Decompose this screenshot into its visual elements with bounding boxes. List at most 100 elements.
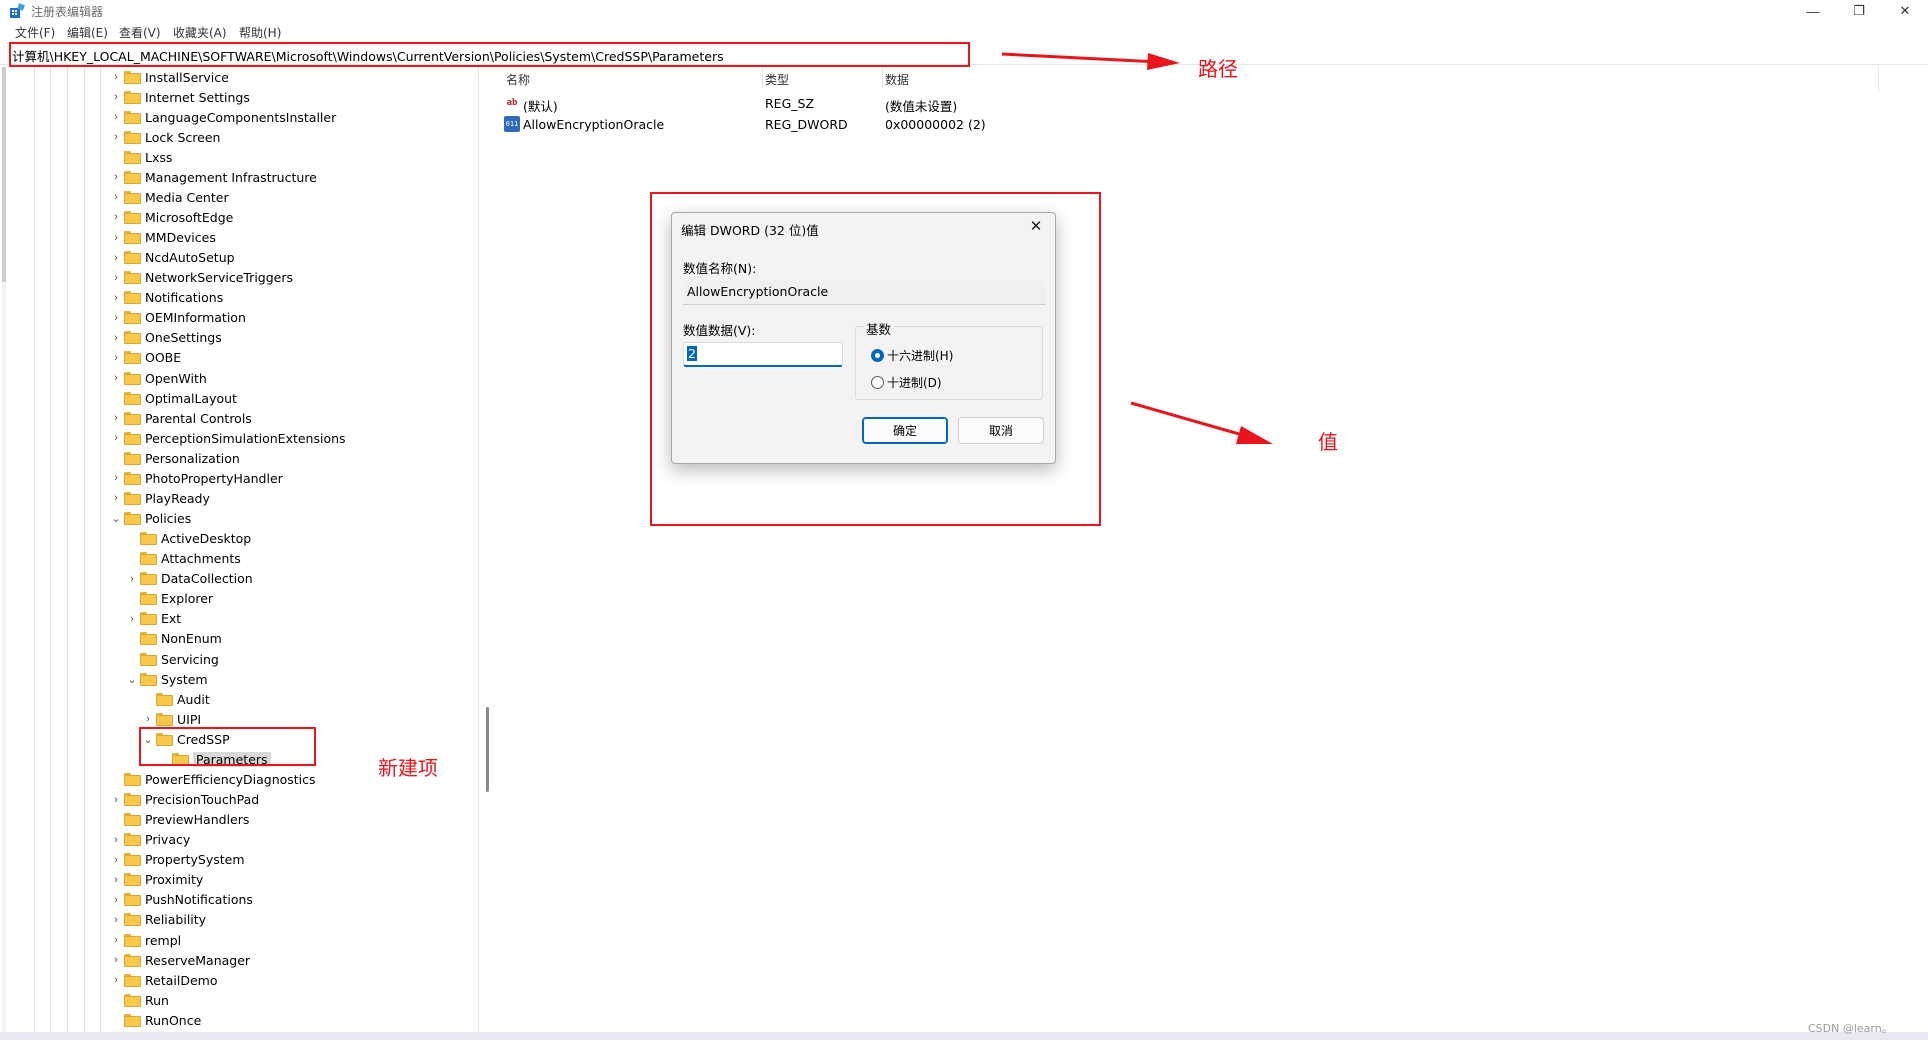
tree-item[interactable]: PreviewHandlers (110, 810, 249, 830)
string-value-icon: ab (506, 98, 518, 108)
tree-item[interactable]: › NetworkServiceTriggers (110, 268, 293, 288)
close-button[interactable]: ✕ (1882, 0, 1928, 22)
menu-file[interactable]: 文件(F) (15, 24, 55, 41)
chevron-right-icon[interactable]: › (110, 328, 122, 348)
maximize-button[interactable]: ❐ (1836, 0, 1882, 22)
list-row-allowencryptionoracle[interactable]: 011 AllowEncryptionOracle REG_DWORD 0x00… (504, 114, 1504, 134)
menu-help[interactable]: 帮助(H) (239, 24, 281, 41)
tree-item[interactable]: PowerEfficiencyDiagnostics (110, 769, 316, 789)
chevron-right-icon[interactable]: › (110, 127, 122, 147)
tree-scroll-thumb-left[interactable] (2, 67, 6, 282)
tree-item[interactable]: › rempl (110, 930, 181, 950)
chevron-right-icon[interactable]: › (110, 890, 122, 910)
chevron-right-icon[interactable]: › (110, 308, 122, 328)
chevron-right-icon[interactable]: › (110, 870, 122, 890)
chevron-right-icon[interactable]: › (110, 368, 122, 388)
tree-item[interactable]: Servicing (126, 649, 219, 669)
chevron-right-icon[interactable]: › (110, 67, 122, 87)
chevron-right-icon[interactable]: › (110, 228, 122, 248)
minimize-button[interactable]: — (1790, 0, 1836, 22)
chevron-right-icon[interactable]: › (110, 970, 122, 990)
column-name-header[interactable]: 名称 (506, 71, 530, 88)
tree-item[interactable]: Explorer (126, 589, 213, 609)
tree-item[interactable]: › RetailDemo (110, 970, 217, 990)
tree-item[interactable]: Attachments (126, 549, 241, 569)
chevron-right-icon[interactable]: › (110, 207, 122, 227)
chevron-right-icon[interactable]: › (110, 268, 122, 288)
folder-icon (124, 1013, 141, 1027)
menu-edit[interactable]: 编辑(E) (67, 24, 108, 41)
tree-item[interactable]: Lxss (110, 147, 172, 167)
tree-item[interactable]: › PerceptionSimulationExtensions (110, 428, 345, 448)
tree-item[interactable]: › Parental Controls (110, 408, 252, 428)
tree-item[interactable]: › OEMInformation (110, 308, 246, 328)
chevron-right-icon[interactable]: › (110, 107, 122, 127)
tree-vertical-scrollbar[interactable] (478, 67, 496, 1032)
tree-item[interactable]: › LanguageComponentsInstaller (110, 107, 336, 127)
key-tree-pane[interactable] (0, 67, 496, 1032)
chevron-right-icon[interactable]: › (110, 428, 122, 448)
tree-item[interactable]: OptimalLayout (110, 388, 237, 408)
tree-item[interactable]: › Reliability (110, 910, 206, 930)
column-separator[interactable] (762, 67, 763, 89)
chevron-right-icon[interactable]: › (110, 910, 122, 930)
tree-item[interactable]: › InstallService (110, 67, 229, 87)
tree-item[interactable]: ActiveDesktop (126, 529, 251, 549)
column-separator[interactable] (882, 67, 883, 89)
tree-item[interactable]: › PlayReady (110, 488, 210, 508)
tree-item[interactable]: › Ext (126, 609, 181, 629)
tree-item[interactable]: › DataCollection (126, 569, 253, 589)
tree-item[interactable]: › OpenWith (110, 368, 207, 388)
chevron-right-icon[interactable]: › (110, 488, 122, 508)
tree-item[interactable]: › Proximity (110, 870, 203, 890)
tree-item[interactable]: › MicrosoftEdge (110, 207, 233, 227)
chevron-right-icon[interactable]: › (110, 850, 122, 870)
tree-item[interactable]: › PhotoPropertyHandler (110, 468, 283, 488)
chevron-right-icon[interactable]: › (110, 167, 122, 187)
chevron-right-icon[interactable]: › (110, 408, 122, 428)
chevron-right-icon[interactable]: › (110, 930, 122, 950)
menu-favorites[interactable]: 收藏夹(A) (173, 24, 227, 41)
list-row-default[interactable]: ab (默认) REG_SZ (数值未设置) (504, 93, 1504, 114)
chevron-right-icon[interactable]: › (110, 187, 122, 207)
tree-item[interactable]: › PrecisionTouchPad (110, 790, 259, 810)
tree-item[interactable]: › Internet Settings (110, 87, 250, 107)
column-data-header[interactable]: 数据 (885, 71, 909, 88)
tree-item[interactable]: › Privacy (110, 830, 190, 850)
tree-item[interactable]: Personalization (110, 448, 240, 468)
chevron-right-icon[interactable]: › (110, 468, 122, 488)
tree-item[interactable]: › NcdAutoSetup (110, 248, 234, 268)
tree-item[interactable]: › ReserveManager (110, 950, 250, 970)
tree-scroll-thumb[interactable] (486, 707, 489, 792)
tree-item[interactable]: › PropertySystem (110, 850, 244, 870)
folder-icon-body (124, 774, 141, 786)
tree-horizontal-scroll-track[interactable] (2, 67, 6, 1032)
chevron-right-icon[interactable]: › (126, 609, 138, 629)
chevron-right-icon[interactable]: › (126, 569, 138, 589)
tree-item[interactable]: › Lock Screen (110, 127, 220, 147)
tree-item[interactable]: NonEnum (126, 629, 222, 649)
tree-item[interactable]: RunOnce (110, 1010, 201, 1030)
chevron-right-icon[interactable]: › (110, 87, 122, 107)
chevron-right-icon[interactable]: › (110, 790, 122, 810)
tree-item[interactable]: › OneSettings (110, 328, 222, 348)
tree-item[interactable]: Run (110, 990, 169, 1010)
chevron-right-icon[interactable]: › (110, 288, 122, 308)
tree-item[interactable]: › Media Center (110, 187, 228, 207)
chevron-right-icon[interactable]: › (110, 830, 122, 850)
tree-item[interactable]: ⌄ System (126, 669, 207, 689)
chevron-down-icon[interactable]: ⌄ (126, 669, 138, 689)
column-type-header[interactable]: 类型 (765, 71, 789, 88)
tree-item[interactable]: › MMDevices (110, 228, 216, 248)
tree-item[interactable]: › OOBE (110, 348, 181, 368)
tree-item[interactable]: Audit (142, 689, 210, 709)
tree-item[interactable]: ⌄ Policies (110, 509, 191, 529)
chevron-right-icon[interactable]: › (110, 348, 122, 368)
tree-item[interactable]: › PushNotifications (110, 890, 253, 910)
tree-item[interactable]: › Management Infrastructure (110, 167, 317, 187)
chevron-right-icon[interactable]: › (110, 248, 122, 268)
chevron-down-icon[interactable]: ⌄ (110, 509, 122, 529)
chevron-right-icon[interactable]: › (110, 950, 122, 970)
tree-item[interactable]: › Notifications (110, 288, 223, 308)
menu-view[interactable]: 查看(V) (119, 24, 161, 41)
